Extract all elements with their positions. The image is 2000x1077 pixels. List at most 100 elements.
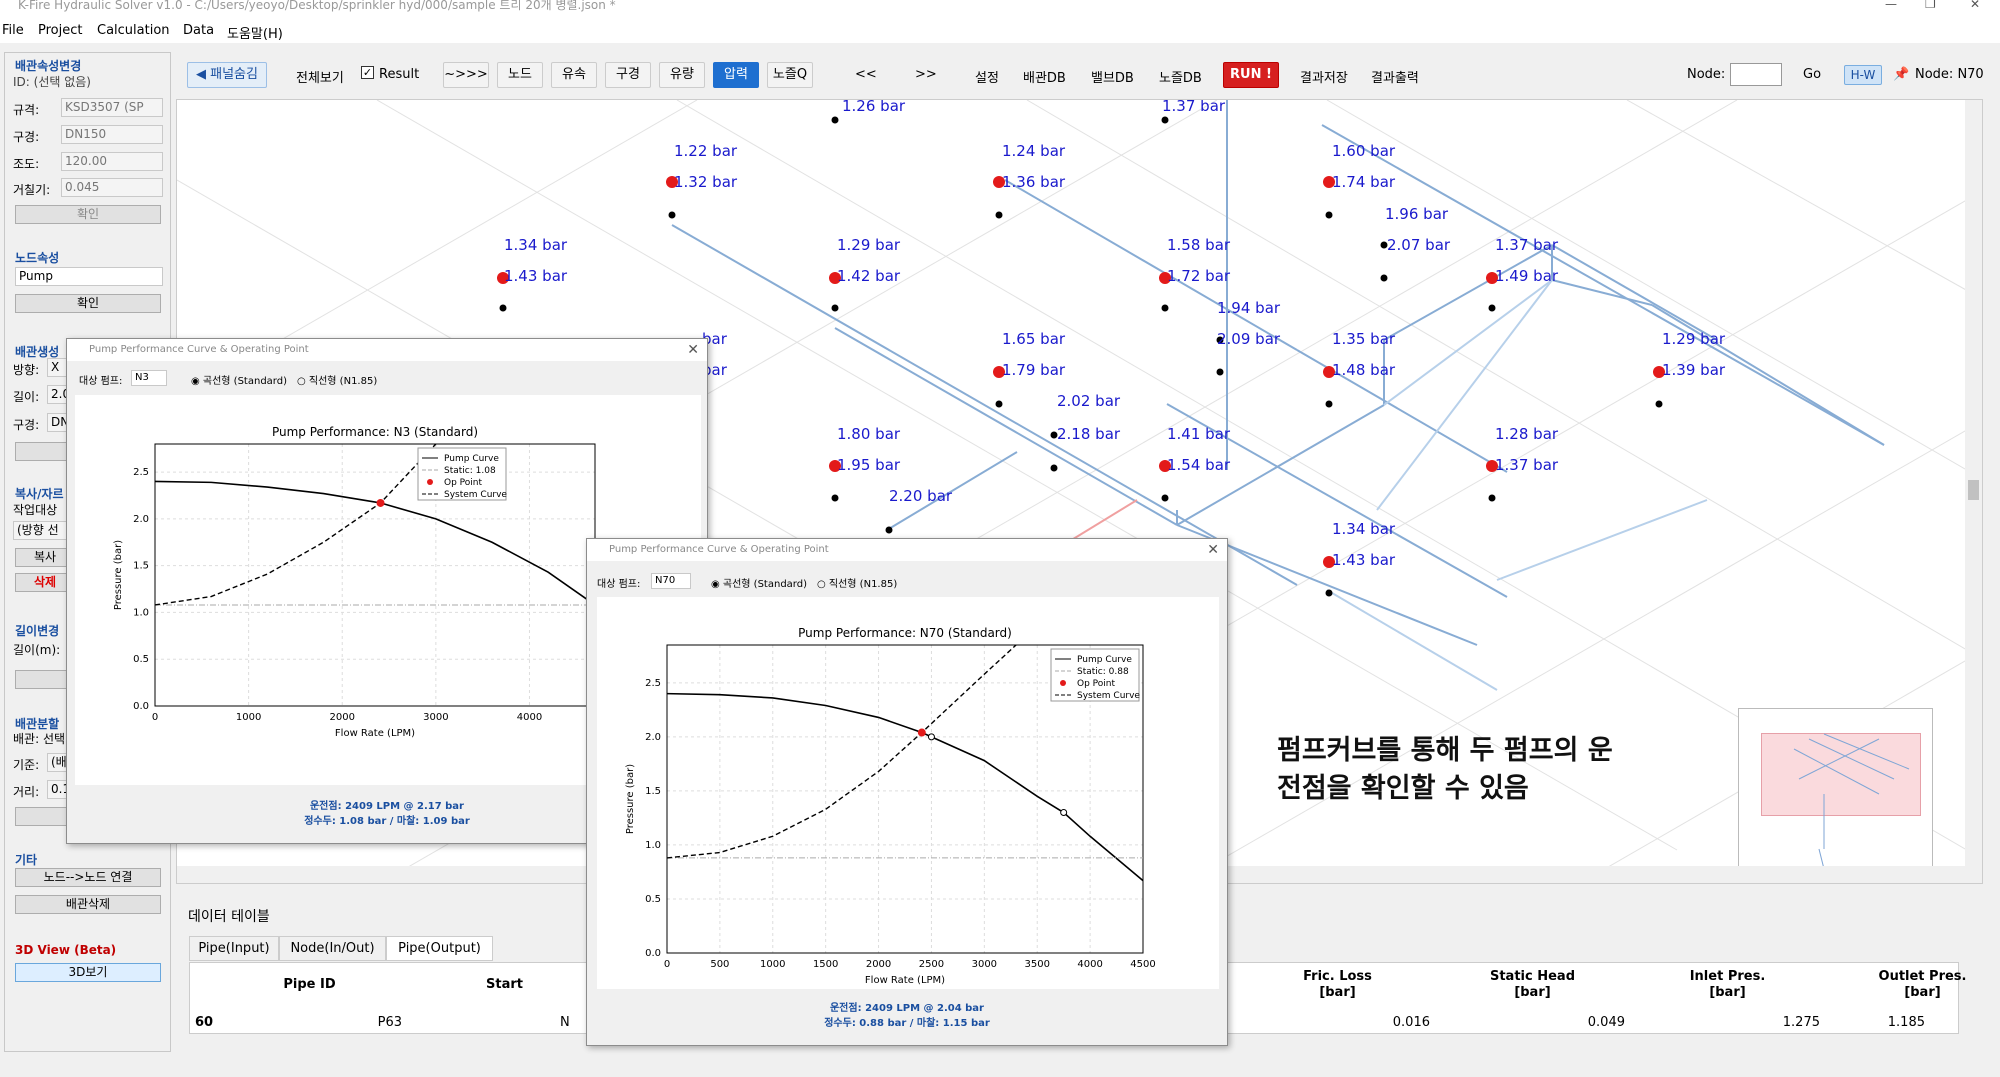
pipe-node[interactable] <box>885 526 893 534</box>
pressure-label: 1.58 bar <box>1167 236 1231 254</box>
node-type-select[interactable]: Pump <box>15 267 163 286</box>
pipe-node[interactable] <box>1655 400 1663 408</box>
cell-start[interactable]: N <box>560 1015 570 1030</box>
dialog-close-icon[interactable]: ✕ <box>687 339 699 361</box>
pipe-node[interactable] <box>1380 274 1388 282</box>
pressure-label: 1.37 bar <box>1495 456 1559 474</box>
radio-linear[interactable]: ○ 직선형 (N1.85) <box>297 372 377 387</box>
valve-db-button[interactable]: 밸브DB <box>1091 67 1134 86</box>
nozzle-db-button[interactable]: 노즐DB <box>1159 67 1202 86</box>
y-tick-label: 1.0 <box>645 840 661 851</box>
tb-diameter-button[interactable]: 구경 <box>605 62 651 88</box>
pipe-node[interactable] <box>831 116 839 124</box>
col-header-start[interactable]: Start <box>407 977 602 993</box>
op-point-marker <box>917 728 926 737</box>
menu-help[interactable]: 도움말(H) <box>227 23 283 42</box>
prev-button[interactable]: << <box>855 67 877 82</box>
pipe-node[interactable] <box>831 494 839 502</box>
tab-pipe-output[interactable]: Pipe(Output) <box>386 936 493 961</box>
confirm-button-2[interactable]: 확인 <box>15 294 161 313</box>
col-header-fric[interactable]: Fric. Loss [bar] <box>1240 969 1435 1001</box>
col-header-static[interactable]: Static Head [bar] <box>1435 969 1630 1001</box>
roughness-select[interactable]: 0.045 <box>61 178 163 197</box>
menu-file[interactable]: File <box>2 23 24 38</box>
hide-panel-button[interactable]: ◀ 패널숨김 <box>187 62 267 88</box>
dialog-close-icon-2[interactable]: ✕ <box>1207 539 1219 561</box>
split-select-label: 배관: 선택 <box>13 732 66 746</box>
minimap[interactable] <box>1738 708 1933 876</box>
confirm-button-1[interactable]: 확인 <box>15 205 161 224</box>
pipe-node[interactable] <box>1325 589 1333 597</box>
col-header-inlet[interactable]: Inlet Pres. [bar] <box>1630 969 1825 1001</box>
chart-title: Pump Performance: N70 (Standard) <box>798 626 1012 640</box>
tb-flow-button[interactable]: 유량 <box>659 62 705 88</box>
cell-outlet[interactable]: 1.185 <box>1770 1015 1925 1030</box>
pump-chart-n70: 0 500 1000 1500 2000 2500 3000 3500 4000 4500 0.0 0… <box>625 626 1156 986</box>
export-result-button[interactable]: 결과출력 <box>1371 67 1419 86</box>
cell-fric[interactable]: 0.016 <box>1240 1015 1430 1030</box>
settings-button[interactable]: 설정 <box>975 67 999 86</box>
hw-button[interactable]: H-W <box>1844 65 1882 85</box>
pipe-node[interactable] <box>1161 304 1169 312</box>
cell-static[interactable]: 0.049 <box>1435 1015 1625 1030</box>
pipe-node[interactable] <box>668 211 676 219</box>
len-label: 길이: <box>13 390 40 404</box>
view3d-button[interactable]: 3D보기 <box>15 963 161 982</box>
pipe-node[interactable] <box>995 400 1003 408</box>
col-header-pipe-id[interactable]: Pipe ID <box>212 977 407 993</box>
node-link-button[interactable]: 노드-->노드 연결 <box>15 868 161 887</box>
pipe-node[interactable] <box>1325 211 1333 219</box>
pipe-node[interactable] <box>499 304 507 312</box>
pump-dialog-n70[interactable]: Pump Performance Curve & Operating Point… <box>586 538 1228 1046</box>
pin-icon[interactable]: 📌 <box>1893 67 1909 82</box>
pipe-node[interactable] <box>831 304 839 312</box>
pipe-node[interactable] <box>1161 116 1169 124</box>
std-select[interactable]: KSD3507 (SP <box>61 98 163 117</box>
tb-velocity-button[interactable]: 유속 <box>551 62 597 88</box>
radio-standard[interactable]: ◉ 곡선형 (Standard) <box>191 372 287 387</box>
menu-calculation[interactable]: Calculation <box>97 23 170 38</box>
tab-pipe-input[interactable]: Pipe(Input) <box>189 936 279 961</box>
x-tick-label: 4000 <box>1077 959 1102 970</box>
node-input[interactable] <box>1730 63 1782 86</box>
pipe-delete-button[interactable]: 배관삭제 <box>15 895 161 914</box>
pipe-node[interactable] <box>1161 494 1169 502</box>
maximize-icon[interactable]: ❐ <box>1925 0 1936 11</box>
scroll-thumb[interactable] <box>1968 480 1979 500</box>
view-all-button[interactable]: 전체보기 <box>296 67 344 86</box>
pipe-node[interactable] <box>1488 494 1496 502</box>
row-index: 60 <box>195 1015 214 1030</box>
cell-pipe-id[interactable]: P63 <box>212 1015 402 1030</box>
next-button[interactable]: >> <box>915 67 937 82</box>
minimize-icon[interactable]: — <box>1885 0 1897 11</box>
go-button[interactable]: Go <box>1803 67 1821 82</box>
menu-data[interactable]: Data <box>183 23 214 38</box>
tb-pressure-button[interactable]: 압력 <box>713 62 759 88</box>
pressure-label: 1.22 bar <box>674 142 738 160</box>
save-result-button[interactable]: 결과저장 <box>1300 67 1348 86</box>
x-tick-label: 1500 <box>813 959 838 970</box>
rough-input[interactable]: 120.00 <box>61 152 163 171</box>
tb-arrow-button[interactable]: ~>>> <box>443 62 489 88</box>
tab-node-inout[interactable]: Node(In/Out) <box>279 936 386 961</box>
radio-standard-2[interactable]: ◉ 곡선형 (Standard) <box>711 575 807 590</box>
run-button[interactable]: RUN ! <box>1223 62 1279 88</box>
target-pump-select[interactable]: N3 <box>131 370 167 386</box>
tb-node-button[interactable]: 노드 <box>497 62 543 88</box>
pipe-node[interactable] <box>1050 464 1058 472</box>
target-pump-select-2[interactable]: N70 <box>651 573 691 589</box>
pipe-node[interactable] <box>1325 400 1333 408</box>
tb-nozzleq-button[interactable]: 노즐Q <box>767 62 813 88</box>
radio-linear-2[interactable]: ○ 직선형 (N1.85) <box>817 575 897 590</box>
vertical-scrollbar[interactable] <box>1965 100 1982 883</box>
result-checkbox[interactable]: ✓ <box>361 66 374 79</box>
menu-project[interactable]: Project <box>38 23 82 38</box>
pipe-db-button[interactable]: 배관DB <box>1023 67 1066 86</box>
work-target-label: 작업대상 <box>13 503 58 517</box>
pipe-node[interactable] <box>995 211 1003 219</box>
pipe-node[interactable] <box>1216 368 1224 376</box>
close-icon[interactable]: ✕ <box>1970 0 1980 11</box>
pipe-node[interactable] <box>1488 304 1496 312</box>
size-select[interactable]: DN150 <box>61 125 163 144</box>
col-header-outlet[interactable]: Outlet Pres. [bar] <box>1825 969 2000 1001</box>
